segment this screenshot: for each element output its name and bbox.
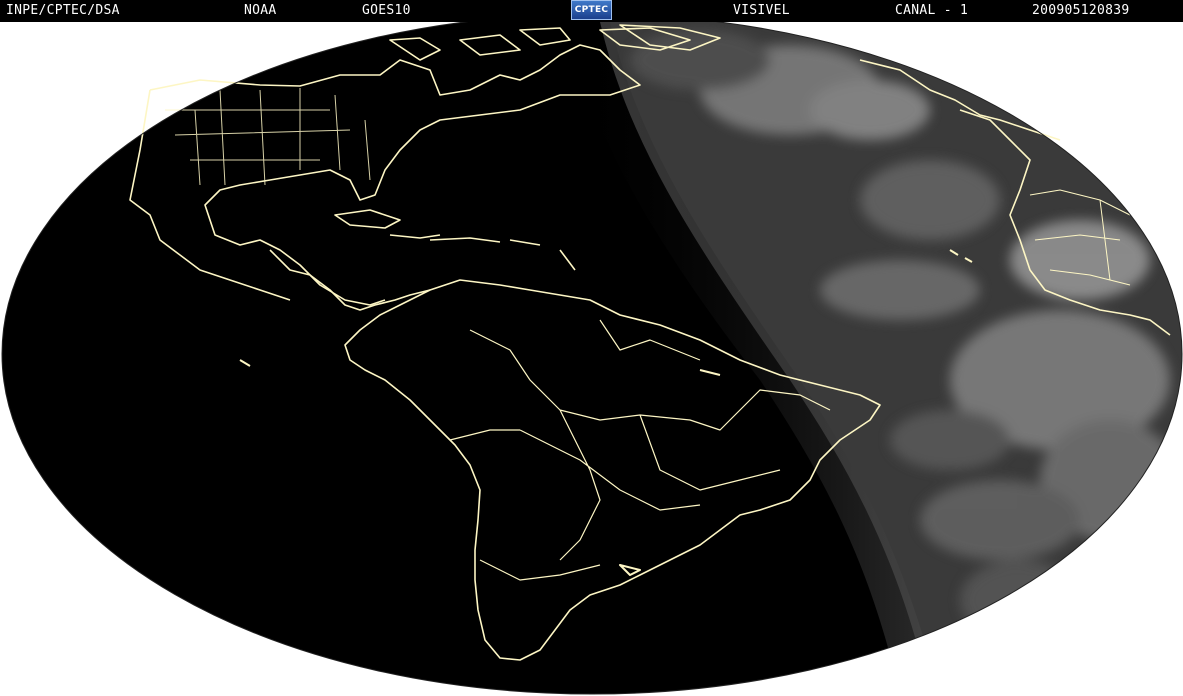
channel-label: CANAL - 1 bbox=[895, 3, 969, 18]
logo-text: CPTEC bbox=[574, 5, 609, 15]
cptec-logo: CPTEC bbox=[571, 0, 612, 20]
satellite-image-page: INPE/CPTEC/DSA NOAA GOES10 CPTEC VISIVEL… bbox=[0, 0, 1183, 696]
source-label: INPE/CPTEC/DSA bbox=[6, 3, 120, 18]
satellite-globe-map bbox=[1, 22, 1183, 695]
product-label: VISIVEL bbox=[733, 3, 790, 18]
agency-label: NOAA bbox=[244, 3, 277, 18]
image-header: INPE/CPTEC/DSA NOAA GOES10 CPTEC VISIVEL… bbox=[0, 0, 1183, 22]
satellite-label: GOES10 bbox=[362, 3, 411, 18]
timestamp-label: 200905120839 bbox=[1032, 3, 1130, 18]
